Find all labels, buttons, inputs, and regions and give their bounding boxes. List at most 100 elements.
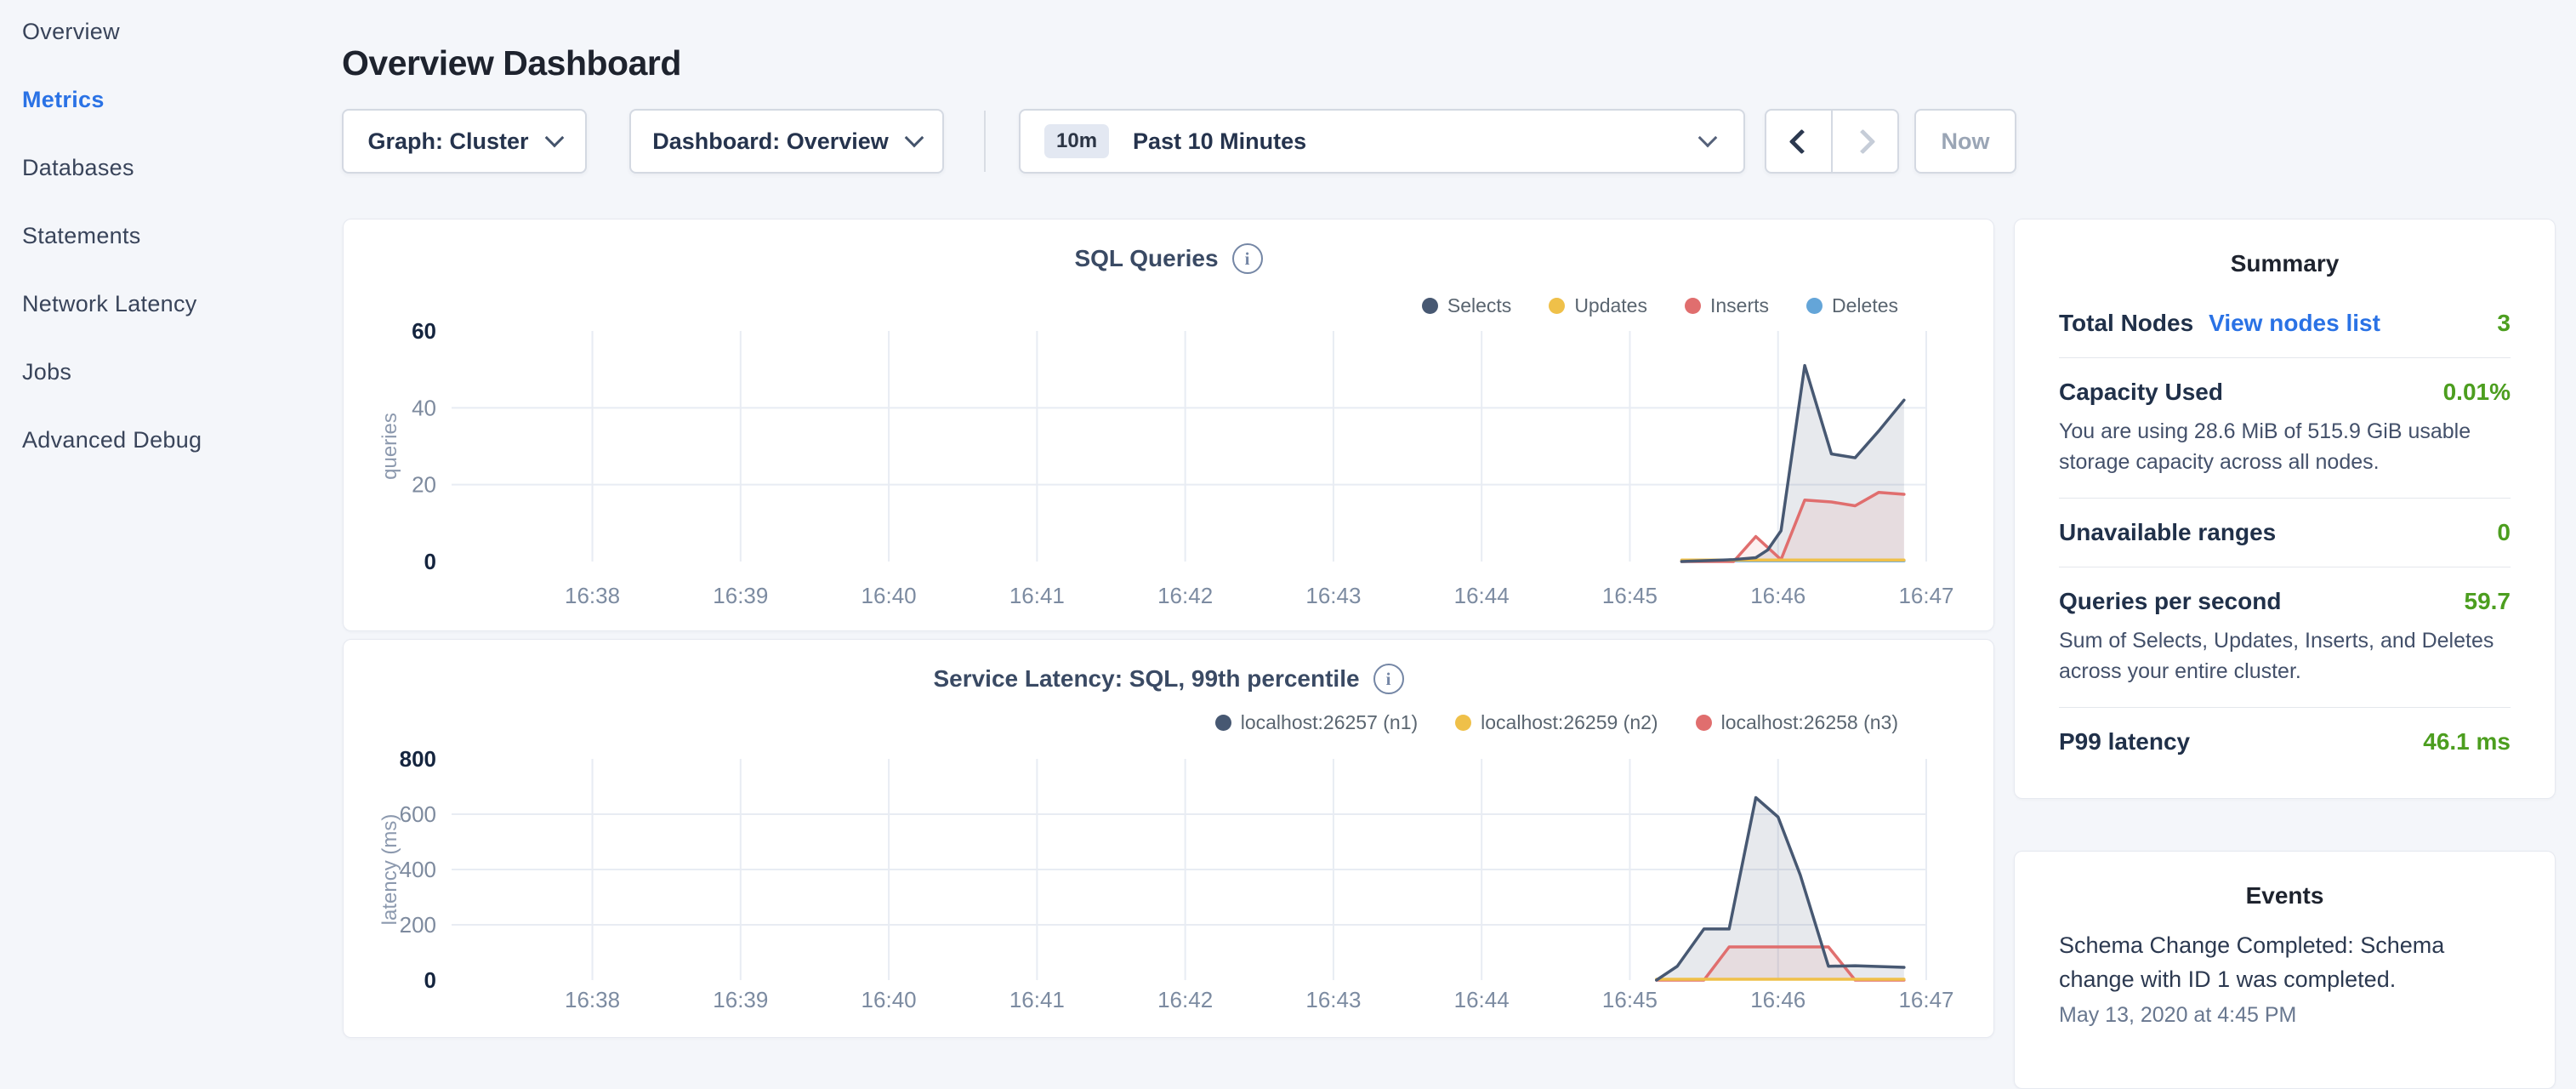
svg-text:16:47: 16:47	[1898, 987, 1953, 1012]
legend-item-deletes[interactable]: Deletes	[1806, 294, 1898, 317]
chevron-down-icon	[544, 128, 564, 148]
svg-text:16:38: 16:38	[565, 583, 620, 608]
summary-label: Total Nodes	[2059, 310, 2193, 337]
svg-text:16:42: 16:42	[1157, 987, 1213, 1012]
now-button-label: Now	[1942, 128, 1990, 155]
time-range-label: Past 10 Minutes	[1133, 128, 1701, 155]
sidebar-item-jobs[interactable]: Jobs	[22, 359, 71, 385]
info-icon[interactable]	[1232, 243, 1263, 274]
graph-scope-dropdown[interactable]: Graph: Cluster	[342, 109, 587, 174]
svg-text:600: 600	[400, 801, 436, 827]
summary-title: Summary	[2059, 250, 2511, 277]
sql-queries-chart-card: 16:3816:3916:4016:4116:4216:4316:4416:45…	[343, 219, 1994, 631]
svg-text:16:40: 16:40	[862, 987, 917, 1012]
svg-text:16:46: 16:46	[1750, 987, 1805, 1012]
chart-legend: Selects Updates Inserts Deletes	[1422, 294, 1898, 317]
legend-dot	[1455, 715, 1471, 731]
controls-divider	[984, 111, 986, 172]
time-pager	[1765, 109, 1899, 174]
legend-dot	[1422, 298, 1438, 314]
legend-item-inserts[interactable]: Inserts	[1685, 294, 1769, 317]
legend-label: Updates	[1574, 294, 1647, 317]
summary-label: Capacity Used	[2059, 379, 2223, 406]
legend-dot	[1215, 715, 1231, 731]
summary-description: You are using 28.6 MiB of 515.9 GiB usab…	[2059, 416, 2511, 477]
graph-scope-label: Graph: Cluster	[367, 128, 528, 155]
summary-value: 0.01%	[2443, 379, 2511, 406]
summary-label: Queries per second	[2059, 588, 2281, 615]
chevron-down-icon	[1698, 128, 1718, 148]
sidebar-item-overview[interactable]: Overview	[22, 19, 120, 45]
svg-text:16:44: 16:44	[1454, 987, 1510, 1012]
chart-legend: localhost:26257 (n1) localhost:26259 (n2…	[1215, 711, 1898, 734]
svg-text:latency (ms): latency (ms)	[378, 814, 401, 926]
svg-text:60: 60	[412, 318, 436, 344]
sidebar-item-statements[interactable]: Statements	[22, 223, 141, 249]
svg-text:16:42: 16:42	[1157, 583, 1213, 608]
event-timestamp: May 13, 2020 at 4:45 PM	[2059, 1003, 2511, 1028]
service-latency-plot[interactable]: 16:38 16:39 16:40 16:41 16:42 16:43 16:44 16:45…	[344, 640, 1995, 1039]
legend-item-selects[interactable]: Selects	[1422, 294, 1511, 317]
sidebar-item-databases[interactable]: Databases	[22, 155, 134, 181]
sidebar-item-metrics[interactable]: Metrics	[22, 87, 105, 113]
dashboard-dropdown[interactable]: Dashboard: Overview	[629, 109, 944, 174]
legend-dot	[1685, 298, 1701, 314]
summary-row-unavailable-ranges: Unavailable ranges 0	[2059, 499, 2511, 567]
chevron-right-icon	[1850, 128, 1875, 154]
time-back-button[interactable]	[1766, 111, 1831, 172]
legend-label: Inserts	[1710, 294, 1769, 317]
summary-row-capacity-used: Capacity Used 0.01% You are using 28.6 M…	[2059, 358, 2511, 499]
svg-text:16:41: 16:41	[1009, 987, 1065, 1012]
svg-text:16:45: 16:45	[1602, 583, 1658, 608]
summary-value: 0	[2497, 519, 2511, 546]
service-latency-chart-card: 16:38 16:39 16:40 16:41 16:42 16:43 16:44 16:45…	[343, 639, 1994, 1038]
view-nodes-list-link[interactable]: View nodes list	[2209, 310, 2380, 337]
svg-text:16:45: 16:45	[1602, 987, 1658, 1012]
time-range-dropdown[interactable]: 10m Past 10 Minutes	[1019, 109, 1745, 174]
svg-text:16:47: 16:47	[1898, 583, 1953, 608]
event-item[interactable]: Schema Change Completed: Schema change w…	[2059, 928, 2511, 1028]
legend-label: localhost:26258 (n3)	[1721, 711, 1898, 734]
time-forward-button[interactable]	[1831, 111, 1897, 172]
legend-item-n1[interactable]: localhost:26257 (n1)	[1215, 711, 1418, 734]
summary-row-total-nodes: Total Nodes View nodes list 3	[2059, 289, 2511, 358]
legend-item-n2[interactable]: localhost:26259 (n2)	[1455, 711, 1658, 734]
legend-dot	[1806, 298, 1823, 314]
svg-text:400: 400	[400, 857, 436, 882]
svg-text:800: 800	[400, 746, 436, 772]
summary-description: Sum of Selects, Updates, Inserts, and De…	[2059, 625, 2511, 687]
legend-label: Deletes	[1832, 294, 1898, 317]
svg-text:16:43: 16:43	[1305, 987, 1361, 1012]
sidebar-item-network-latency[interactable]: Network Latency	[22, 291, 197, 317]
summary-label: P99 latency	[2059, 728, 2190, 755]
legend-item-n3[interactable]: localhost:26258 (n3)	[1696, 711, 1898, 734]
svg-text:16:39: 16:39	[713, 583, 768, 608]
legend-label: localhost:26257 (n1)	[1241, 711, 1418, 734]
page-title: Overview Dashboard	[342, 43, 681, 83]
svg-text:0: 0	[424, 967, 436, 993]
svg-text:200: 200	[400, 912, 436, 938]
chevron-down-icon	[904, 128, 924, 148]
svg-text:16:43: 16:43	[1305, 583, 1361, 608]
events-panel: Events Schema Change Completed: Schema c…	[2014, 851, 2556, 1089]
chart-title: SQL Queries	[1074, 245, 1218, 272]
sidebar: Overview Metrics Databases Statements Ne…	[0, 0, 340, 1052]
sql-queries-plot[interactable]: 16:3816:3916:4016:4116:4216:4316:4416:45…	[344, 220, 1995, 632]
time-range-badge: 10m	[1044, 124, 1109, 158]
summary-label: Unavailable ranges	[2059, 519, 2276, 546]
legend-item-updates[interactable]: Updates	[1549, 294, 1647, 317]
summary-panel: Summary Total Nodes View nodes list 3 Ca…	[2014, 219, 2556, 799]
svg-text:0: 0	[424, 549, 436, 574]
summary-row-queries-per-second: Queries per second 59.7 Sum of Selects, …	[2059, 567, 2511, 708]
sidebar-item-advanced-debug[interactable]: Advanced Debug	[22, 427, 202, 453]
chart-title: Service Latency: SQL, 99th percentile	[933, 665, 1359, 693]
summary-value: 59.7	[2465, 588, 2511, 615]
svg-text:16:38: 16:38	[565, 987, 620, 1012]
legend-dot	[1549, 298, 1565, 314]
now-button[interactable]: Now	[1914, 109, 2016, 174]
svg-text:16:39: 16:39	[713, 987, 768, 1012]
dashboard-label: Dashboard: Overview	[652, 128, 889, 155]
info-icon[interactable]	[1373, 664, 1404, 694]
svg-text:16:40: 16:40	[862, 583, 917, 608]
svg-text:16:41: 16:41	[1009, 583, 1065, 608]
